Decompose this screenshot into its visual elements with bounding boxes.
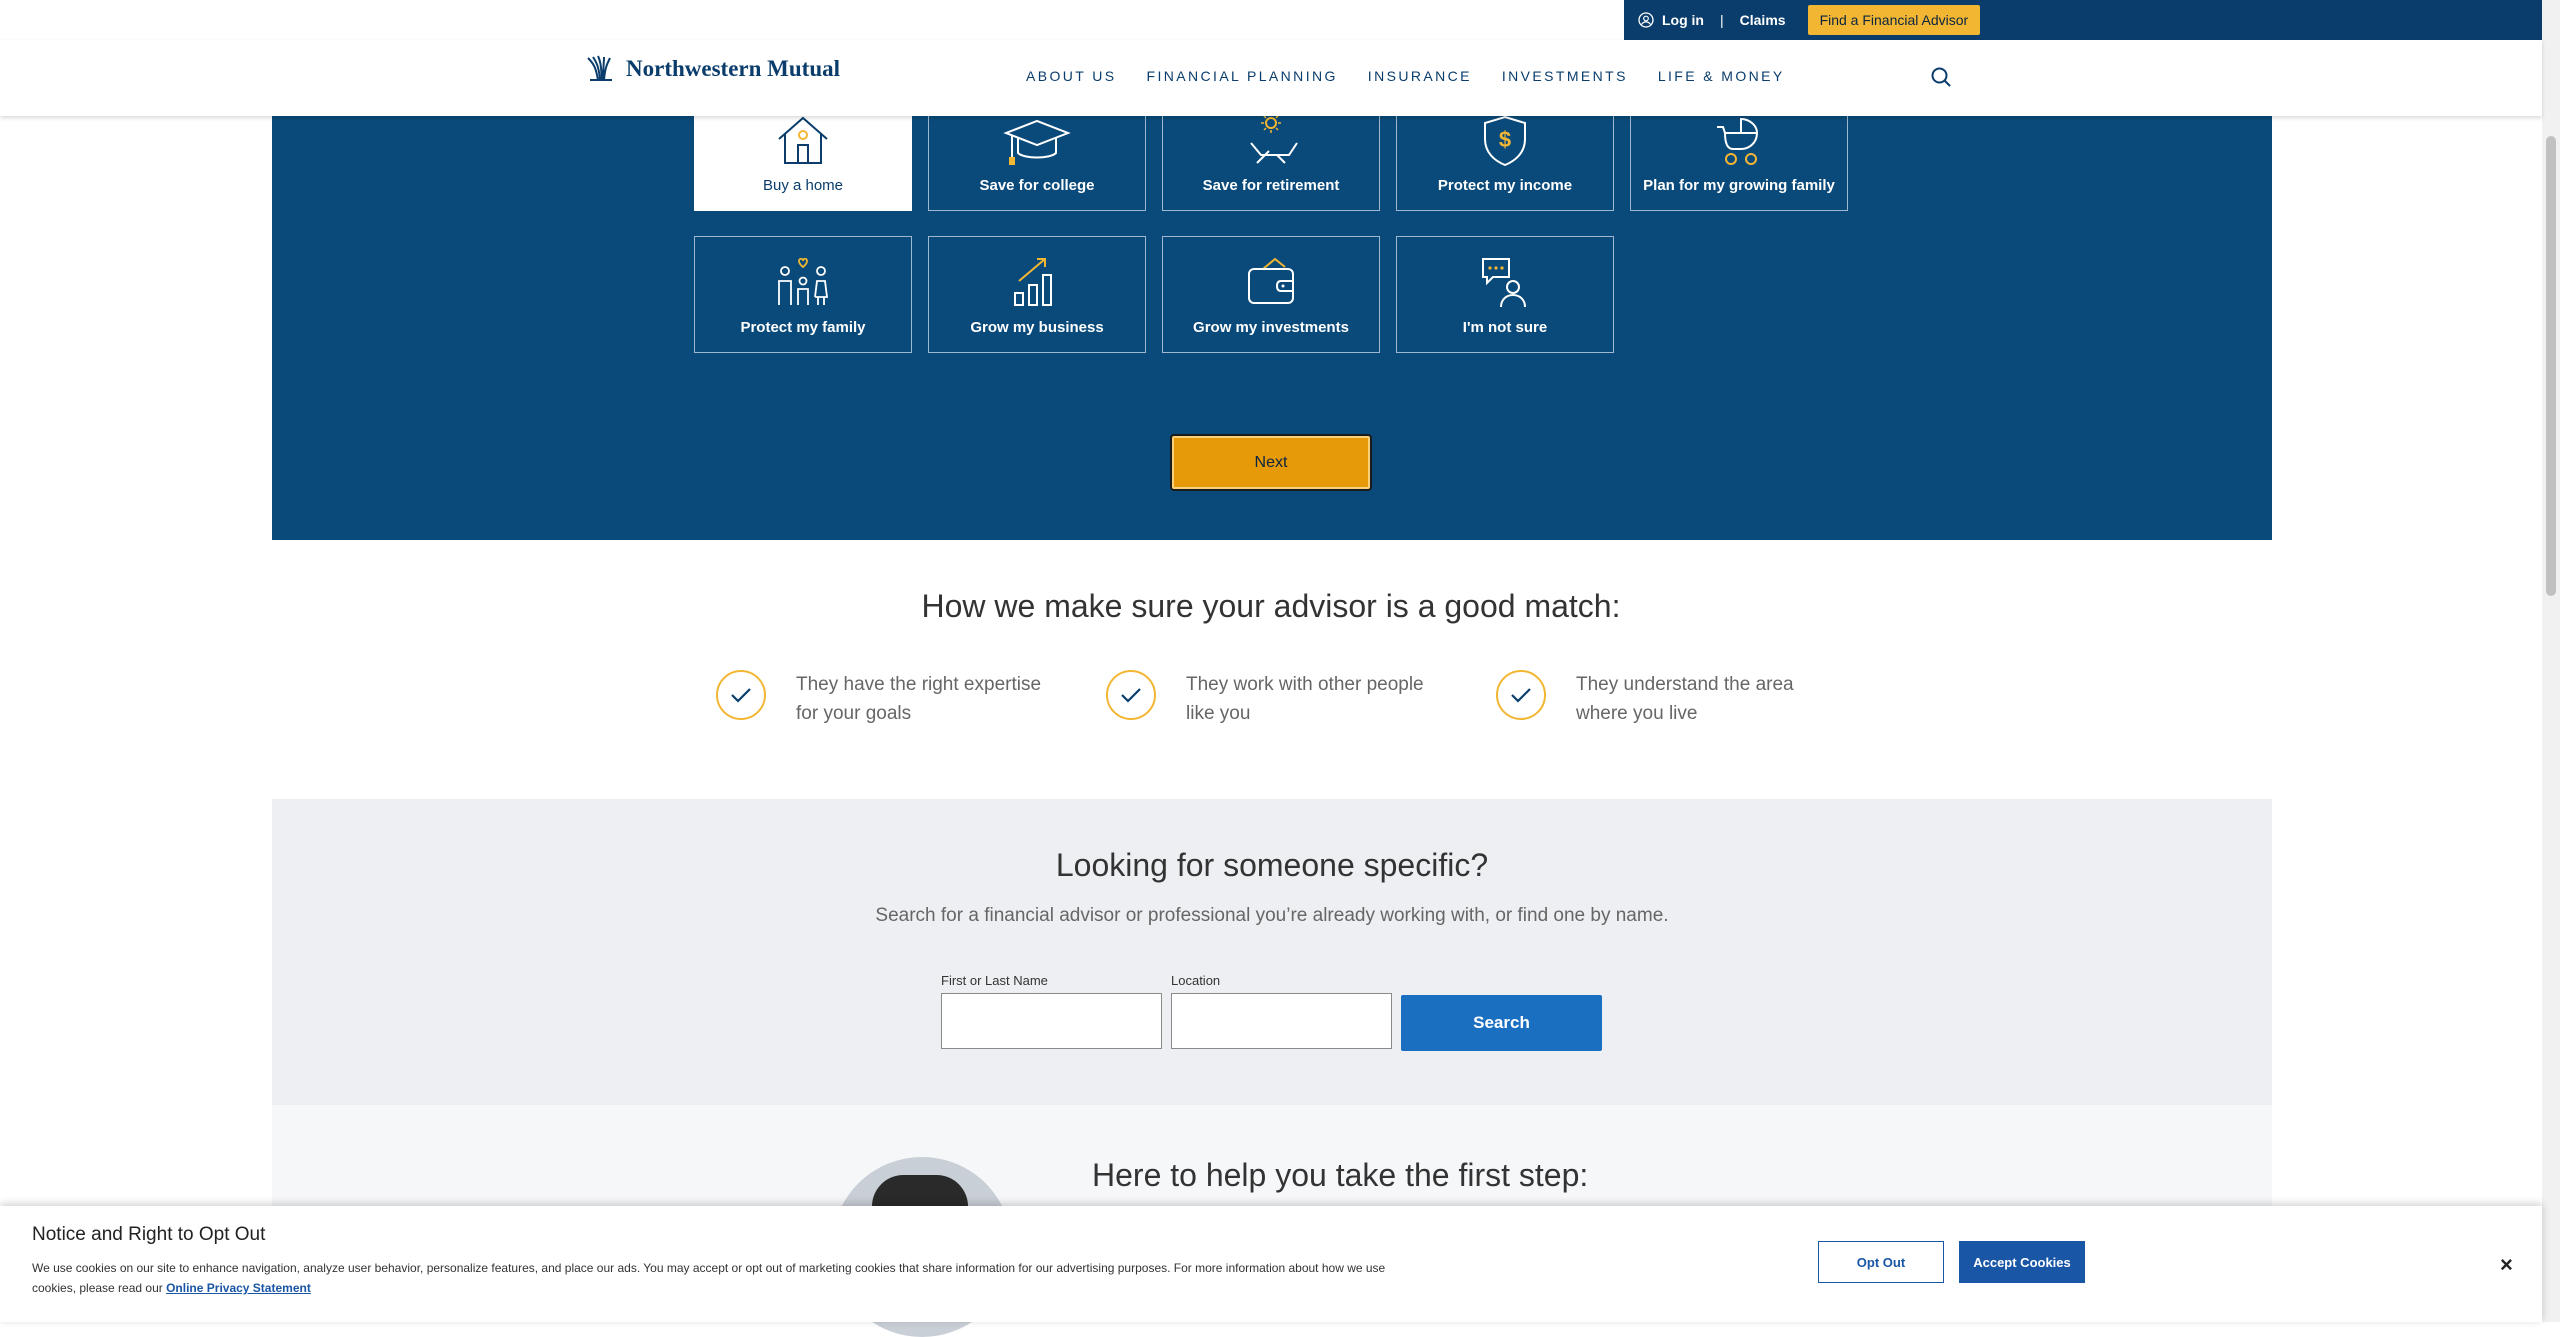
goal-tile-buy-home[interactable]: Buy a home (694, 112, 912, 211)
main-header: Northwestern Mutual ABOUT US FINANCIAL P… (0, 40, 2542, 116)
goal-tile-grow-investments[interactable]: Grow my investments (1162, 236, 1380, 353)
location-field-label: Location (1171, 973, 1221, 988)
advisor-search-subtitle: Search for a financial advisor or profes… (875, 905, 1669, 926)
cookie-body: We use cookies on our site to enhance na… (32, 1258, 1402, 1298)
location-field: Location (1171, 973, 1392, 1049)
person-chat-icon (1482, 258, 1526, 308)
privacy-statement-link[interactable]: Online Privacy Statement (166, 1281, 311, 1295)
main-nav: ABOUT US FINANCIAL PLANNING INSURANCE IN… (1026, 68, 1785, 84)
name-input[interactable] (941, 993, 1162, 1049)
opt-out-button[interactable]: Opt Out (1818, 1241, 1944, 1283)
logo[interactable]: Northwestern Mutual (584, 54, 840, 84)
goal-tile-not-sure[interactable]: I'm not sure (1396, 236, 1614, 353)
match-section-title: How we make sure your advisor is a good … (921, 588, 1621, 624)
login-label: Log in (1662, 12, 1704, 28)
goal-tile-label: Buy a home (762, 177, 844, 194)
next-button[interactable]: Next (1170, 434, 1372, 491)
advisor-search-section: Looking for someone specific? Search for… (272, 799, 2272, 1105)
match-item-line: They work with other people (1186, 674, 1424, 695)
goal-tile-save-college[interactable]: Save for college (928, 112, 1146, 211)
name-field: First or Last Name (941, 973, 1162, 1049)
goal-tile-label: I'm not sure (1462, 319, 1548, 336)
stroller-icon (1717, 117, 1759, 165)
help-section-title: Here to help you take the first step: (1092, 1157, 1589, 1193)
graduation-cap-icon (1003, 119, 1071, 165)
house-icon (778, 116, 828, 164)
goal-tile-label: Grow my investments (1193, 319, 1349, 336)
match-item-line: like you (1186, 703, 1251, 724)
match-item-similar-people: They work with other people like you (1106, 670, 1436, 728)
advisor-search-title: Looking for someone specific? (1055, 847, 1489, 883)
accept-cookies-button[interactable]: Accept Cookies (1959, 1241, 2085, 1283)
match-item-line: where you live (1576, 703, 1698, 724)
goal-tile-label: Grow my business (970, 319, 1104, 336)
search-button[interactable]: Search (1401, 995, 1602, 1051)
checkmark-icon (1106, 670, 1156, 720)
search-icon[interactable] (1930, 66, 1952, 93)
goal-tile-protect-income[interactable]: $ Protect my income (1396, 112, 1614, 211)
goal-tile-save-retirement[interactable]: Save for retirement (1162, 112, 1380, 211)
beach-chair-icon (1250, 113, 1298, 164)
goal-tile-label: Plan for my growing family (1643, 177, 1835, 194)
utility-bar: Log in | Claims Find a Financial Advisor (1624, 0, 2542, 40)
goal-tile-grow-business[interactable]: Grow my business (928, 236, 1146, 353)
shield-dollar-icon: $ (1484, 115, 1526, 167)
svg-text:$: $ (1499, 127, 1511, 152)
name-field-label: First or Last Name (941, 973, 1048, 988)
scrollbar[interactable] (2542, 0, 2560, 1322)
bar-chart-icon (1014, 258, 1052, 306)
close-icon[interactable]: × (2500, 1252, 2513, 1278)
goal-tile-label: Save for retirement (1202, 177, 1340, 194)
goal-tile-label: Protect my income (1437, 177, 1573, 194)
location-input[interactable] (1171, 993, 1392, 1049)
user-circle-icon (1638, 12, 1654, 28)
wallet-icon (1248, 257, 1294, 304)
match-item-local-area: They understand the area where you live (1496, 670, 1826, 728)
nav-about-us[interactable]: ABOUT US (1026, 68, 1117, 84)
goal-tile-label: Protect my family (740, 319, 866, 336)
login-link[interactable]: Log in (1638, 12, 1704, 28)
nav-life-money[interactable]: LIFE & MONEY (1658, 68, 1785, 84)
goal-selector-section: Buy a home Save for college Save for ret… (272, 112, 2272, 540)
match-item-expertise: They have the right expertise for your g… (716, 670, 1046, 728)
cookie-banner: Notice and Right to Opt Out We use cooki… (0, 1206, 2542, 1322)
goal-tile-label: Save for college (979, 177, 1095, 194)
cookie-title: Notice and Right to Opt Out (32, 1224, 266, 1245)
goal-tile-growing-family[interactable]: Plan for my growing family (1630, 112, 1848, 211)
match-item-line: for your goals (796, 703, 912, 724)
logo-eagle-icon (587, 55, 612, 81)
match-item-line: They understand the area (1576, 674, 1794, 695)
find-advisor-button[interactable]: Find a Financial Advisor (1807, 5, 1981, 35)
checkmark-icon (716, 670, 766, 720)
goal-tile-protect-family[interactable]: Protect my family (694, 236, 912, 353)
nav-investments[interactable]: INVESTMENTS (1502, 68, 1628, 84)
logo-text: Northwestern Mutual (626, 56, 840, 81)
match-item-line: They have the right expertise (796, 674, 1042, 695)
nav-insurance[interactable]: INSURANCE (1368, 68, 1472, 84)
claims-link[interactable]: Claims (1740, 12, 1786, 28)
checkmark-icon (1496, 670, 1546, 720)
nav-financial-planning[interactable]: FINANCIAL PLANNING (1147, 68, 1338, 84)
scrollbar-thumb[interactable] (2546, 136, 2556, 596)
family-icon (778, 257, 829, 305)
utility-separator: | (1720, 12, 1724, 28)
